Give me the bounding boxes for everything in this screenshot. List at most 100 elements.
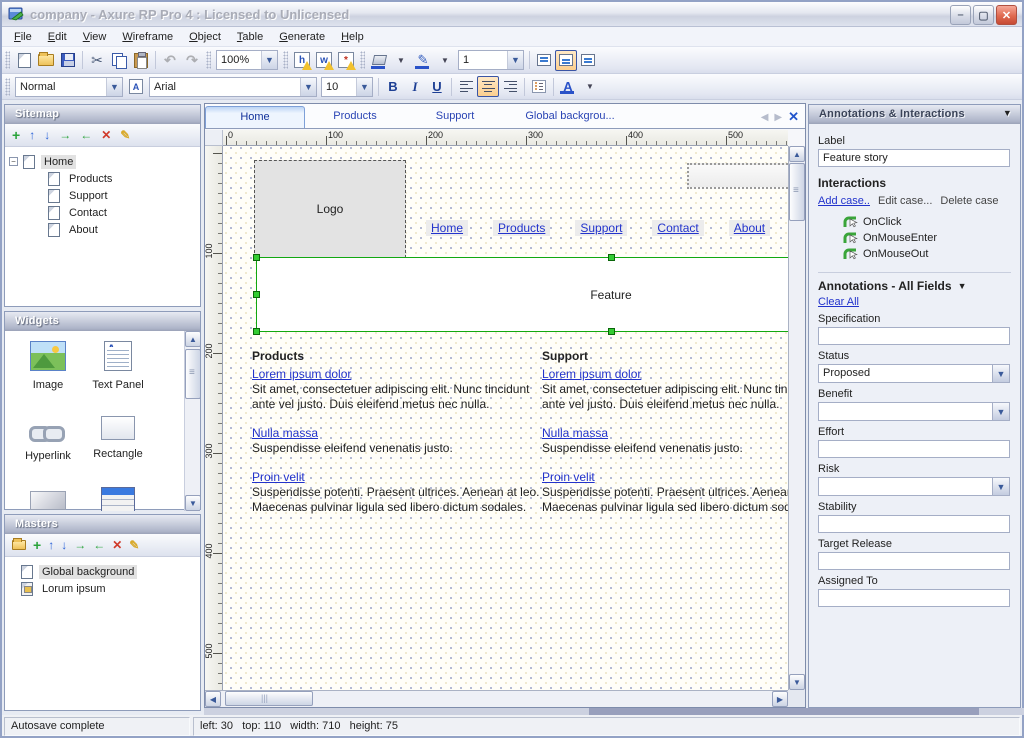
menu-file[interactable]: File <box>6 28 40 46</box>
nav-link-support[interactable]: Support <box>575 220 627 236</box>
widget-hyperlink[interactable]: Hyperlink <box>13 416 83 462</box>
sitemap-item-home[interactable]: − Home <box>9 153 196 170</box>
text-field-placeholder[interactable] <box>687 163 788 189</box>
selection-handle[interactable] <box>608 254 615 261</box>
feature-rectangle-selected[interactable]: Feature <box>256 257 788 332</box>
delete-page-icon[interactable]: ✕ <box>101 129 111 141</box>
master-item-global-background[interactable]: Global background <box>9 563 196 580</box>
toolbar-grip[interactable] <box>206 51 211 69</box>
add-case-link[interactable]: Add case.. <box>818 195 870 207</box>
redo-button[interactable]: ↷ <box>181 50 203 71</box>
widget-image[interactable]: Image <box>13 341 83 391</box>
panel-menu-icon[interactable]: ▼ <box>1003 108 1012 124</box>
toolbar-grip[interactable] <box>283 51 288 69</box>
wireframe-canvas[interactable]: Logo Home Products Support Contact About… <box>223 146 788 690</box>
canvas-vertical-scrollbar[interactable]: ▲ ▼ <box>788 146 805 690</box>
widgets-panel-header[interactable]: Widgets <box>5 312 200 331</box>
wireframe-link[interactable]: Lorem ipsum dolor <box>542 367 641 381</box>
wireframe-link[interactable]: Proin velit <box>542 470 595 484</box>
copy-button[interactable] <box>108 50 130 71</box>
outdent-left-icon[interactable]: ← <box>93 539 105 551</box>
valign-middle-button[interactable] <box>555 50 577 71</box>
close-tab-icon[interactable]: ✕ <box>788 109 799 125</box>
scroll-right-icon[interactable]: ▶ <box>772 691 788 707</box>
zoom-dropdown-icon[interactable]: ▼ <box>261 51 277 69</box>
workspace-scroll-strip[interactable] <box>204 708 1024 715</box>
assigned-to-input[interactable] <box>818 589 1010 607</box>
products-column[interactable]: Products Lorem ipsum dolor Sit amet, con… <box>252 349 546 529</box>
generate-html-button[interactable]: h <box>291 50 313 71</box>
wireframe-link[interactable]: Lorem ipsum dolor <box>252 367 351 381</box>
toolbar-grip[interactable] <box>5 78 10 96</box>
tab-scroll-right-icon[interactable]: ▶ <box>774 112 782 123</box>
selection-handle[interactable] <box>253 254 260 261</box>
generate-word-button[interactable]: w <box>313 50 335 71</box>
font-dropdown-icon[interactable]: ▼ <box>300 78 316 96</box>
masters-panel-header[interactable]: Masters <box>5 515 200 534</box>
delete-case-link[interactable]: Delete case <box>940 195 998 207</box>
menu-view[interactable]: View <box>75 28 115 46</box>
wireframe-link[interactable]: Nulla massa <box>542 426 608 440</box>
logo-placeholder[interactable]: Logo <box>254 160 406 258</box>
minimize-button[interactable]: – <box>950 5 971 25</box>
widget-text-panel[interactable]: Text Panel <box>83 341 153 391</box>
scroll-indicator[interactable] <box>589 708 979 715</box>
edit-page-icon[interactable]: ✎ <box>120 129 130 141</box>
add-page-icon[interactable]: + <box>12 128 20 142</box>
menu-edit[interactable]: Edit <box>40 28 75 46</box>
scrollbar-thumb[interactable] <box>225 691 313 706</box>
widgets-scrollbar[interactable]: ▲ ▼ <box>184 331 200 511</box>
chevron-down-icon[interactable]: ▼ <box>992 478 1009 495</box>
style-combobox[interactable]: Normal ▼ <box>15 77 123 97</box>
chevron-down-icon[interactable]: ▼ <box>992 403 1009 420</box>
edit-styles-button[interactable]: A <box>125 76 147 97</box>
support-column[interactable]: Support Lorem ipsum dolor Sit amet, cons… <box>542 349 788 529</box>
scroll-down-icon[interactable]: ▼ <box>789 674 805 690</box>
line-color-button[interactable]: ✎ <box>412 50 434 71</box>
font-size-combobox[interactable]: 10 ▼ <box>321 77 373 97</box>
underline-button[interactable]: U <box>426 76 448 97</box>
sitemap-item-contact[interactable]: Contact <box>9 204 196 221</box>
annotations-panel-header[interactable]: Annotations & Interactions ▼ <box>809 105 1020 124</box>
edit-master-icon[interactable]: ✎ <box>129 539 139 551</box>
canvas-horizontal-scrollbar[interactable]: ◀ ▶ <box>205 690 788 707</box>
move-down-icon[interactable]: ↓ <box>61 539 67 551</box>
valign-bottom-button[interactable] <box>577 50 599 71</box>
outdent-left-icon[interactable]: ← <box>80 129 92 141</box>
menu-help[interactable]: Help <box>333 28 372 46</box>
menu-wireframe[interactable]: Wireframe <box>114 28 181 46</box>
bullet-list-button[interactable] <box>528 76 550 97</box>
status-select[interactable]: Proposed ▼ <box>818 364 1010 383</box>
event-onmouseenter[interactable]: OnMouseEnter <box>842 230 1011 246</box>
tab-home[interactable]: Home <box>205 106 305 128</box>
align-left-button[interactable] <box>455 76 477 97</box>
scroll-down-icon[interactable]: ▼ <box>185 495 200 511</box>
toolbar-grip[interactable] <box>360 51 365 69</box>
cut-button[interactable]: ✂ <box>86 50 108 71</box>
align-right-button[interactable] <box>499 76 521 97</box>
scrollbar-thumb[interactable] <box>789 163 805 221</box>
event-onmouseout[interactable]: OnMouseOut <box>842 246 1011 262</box>
scroll-left-icon[interactable]: ◀ <box>205 691 221 707</box>
save-button[interactable] <box>57 50 79 71</box>
open-button[interactable] <box>35 50 57 71</box>
target-release-input[interactable] <box>818 552 1010 570</box>
undo-button[interactable]: ↶ <box>159 50 181 71</box>
move-down-icon[interactable]: ↓ <box>44 129 50 141</box>
master-item-lorum-ipsum[interactable]: Lorum ipsum <box>9 580 196 597</box>
widget-table[interactable] <box>83 487 153 511</box>
add-master-icon[interactable]: + <box>33 538 41 552</box>
toolbar-grip[interactable] <box>5 51 10 69</box>
new-button[interactable] <box>13 50 35 71</box>
event-onclick[interactable]: OnClick <box>842 214 1011 230</box>
effort-input[interactable] <box>818 440 1010 458</box>
benefit-select[interactable]: ▼ <box>818 402 1010 421</box>
wireframe-link[interactable]: Nulla massa <box>252 426 318 440</box>
all-fields-collapse-icon[interactable]: ▼ <box>958 281 967 291</box>
selection-handle[interactable] <box>608 328 615 335</box>
widget-rectangle[interactable]: Rectangle <box>83 416 153 460</box>
move-up-icon[interactable]: ↑ <box>29 129 35 141</box>
valign-top-button[interactable] <box>533 50 555 71</box>
scroll-up-icon[interactable]: ▲ <box>185 331 200 347</box>
indent-right-icon[interactable]: → <box>59 129 71 141</box>
